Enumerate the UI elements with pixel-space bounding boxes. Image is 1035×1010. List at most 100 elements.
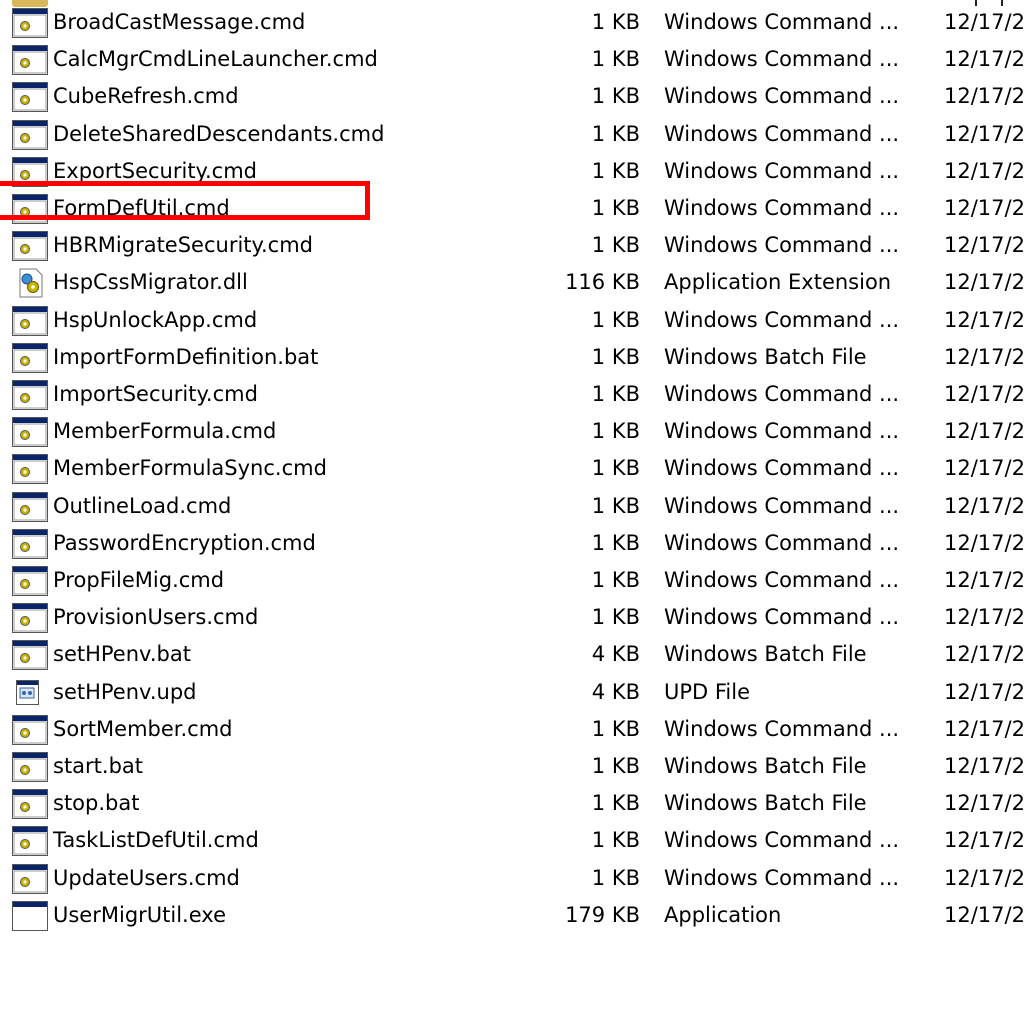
file-size: 1 KB <box>591 47 640 72</box>
file-date: 12/17/2 <box>944 158 1025 183</box>
file-row[interactable]: ProvisionUsers.cmd 1 KB Windows Command ..… <box>0 599 1035 636</box>
file-row[interactable]: MemberFormulaSync.cmd 1 KB Windows Command… <box>0 450 1035 487</box>
file-row[interactable]: UpdateUsers.cmd 1 KB Windows Command ... 12… <box>0 860 1035 897</box>
file-type: Application Extension <box>664 270 892 295</box>
file-size: 1 KB <box>591 456 640 481</box>
file-name: BroadCastMessage.cmd <box>53 10 306 34</box>
file-date: 12/17/2 <box>944 754 1025 778</box>
file-type: Windows Command ... <box>664 419 900 444</box>
file-date: 12/17/2 <box>944 84 1025 109</box>
cmd-icon <box>12 491 48 522</box>
file-date: 12/17/2 <box>944 791 1025 816</box>
cmd-icon <box>12 305 48 336</box>
file-name: UpdateUsers.cmd <box>53 865 240 890</box>
file-row[interactable]: DeleteSharedDescendants.cmd 1 KB Windows C… <box>0 116 1035 153</box>
file-size: 1 KB <box>591 568 640 592</box>
file-name: HspUnlockApp.cmd <box>53 307 258 332</box>
file-row[interactable]: ImportFormDefinition.bat 1 KB Windows Batc… <box>0 339 1035 376</box>
file-name: HBRMigrateSecurity.cmd <box>53 233 313 258</box>
file-row[interactable]: SortMember.cmd 1 KB Windows Command ... 12/… <box>0 711 1035 748</box>
file-row[interactable]: UserMigrUtil.exe 179 KB Application 12/17/2 <box>0 897 1035 934</box>
file-type: Windows Batch File <box>664 754 867 778</box>
file-name: UserMigrUtil.exe <box>53 902 226 927</box>
file-type: UPD File <box>664 679 751 704</box>
file-date: 12/17/2 <box>944 828 1025 853</box>
cmd-icon <box>12 417 48 448</box>
file-row[interactable]: HspCssMigrator.dll 116 KB Application Exte… <box>0 264 1035 301</box>
file-name: PropFileMig.cmd <box>53 568 225 592</box>
dll-icon <box>12 268 48 298</box>
exe-icon <box>12 900 48 931</box>
cmd-icon <box>12 566 48 596</box>
file-type: Windows Command ... <box>664 158 900 183</box>
file-type: Windows Command ... <box>664 382 900 406</box>
file-type: Windows Command ... <box>664 307 900 332</box>
file-row[interactable]: CubeRefresh.cmd 1 KB Windows Command ... 12… <box>0 78 1035 115</box>
file-row[interactable]: FormDefUtil.cmd 1 KB Windows Command ... 12… <box>0 190 1035 227</box>
file-date: 12/17/2 <box>944 530 1025 555</box>
file-row[interactable]: PasswordEncryption.cmd 1 KB Windows Comman… <box>0 525 1035 562</box>
cmd-icon <box>12 194 48 224</box>
file-row[interactable]: MemberFormula.cmd 1 KB Windows Command ...… <box>0 413 1035 450</box>
file-size: 1 KB <box>591 865 640 890</box>
file-date: 12/17/2 <box>944 233 1025 258</box>
file-row[interactable]: PropFileMig.cmd 1 KB Windows Command ... 12… <box>0 562 1035 599</box>
file-row[interactable]: stop.bat 1 KB Windows Batch File 12/17/2 <box>0 785 1035 822</box>
file-type: Windows Command ... <box>664 10 900 34</box>
file-name: DeleteSharedDescendants.cmd <box>53 121 385 146</box>
file-name: CalcMgrCmdLineLauncher.cmd <box>53 47 378 72</box>
file-size: 1 KB <box>591 828 640 853</box>
cmd-icon <box>12 231 48 262</box>
cmd-icon <box>12 45 48 76</box>
file-name: ImportSecurity.cmd <box>53 382 258 406</box>
file-size: 1 KB <box>591 716 640 741</box>
file-row[interactable]: BroadCastMessage.cmd 1 KB Windows Command … <box>0 4 1035 41</box>
file-date: 12/17/2 <box>944 10 1025 34</box>
file-type: Windows Command ... <box>664 233 900 258</box>
file-date: 12/17/2 <box>944 419 1025 444</box>
file-name: start.bat <box>53 754 144 778</box>
file-row[interactable]: HBRMigrateSecurity.cmd 1 KB Windows Comman… <box>0 227 1035 264</box>
file-name: setHPenv.bat <box>53 642 191 667</box>
file-date: 12/17/2 <box>944 605 1025 630</box>
file-name: FormDefUtil.cmd <box>53 196 230 220</box>
file-type: Windows Command ... <box>664 493 900 518</box>
file-size: 1 KB <box>591 382 640 406</box>
file-row[interactable]: ImportSecurity.cmd 1 KB Windows Command ..… <box>0 376 1035 413</box>
file-row[interactable]: HspUnlockApp.cmd 1 KB Windows Command ... 1… <box>0 302 1035 339</box>
file-row[interactable]: TaskListDefUtil.cmd 1 KB Windows Command .… <box>0 822 1035 859</box>
file-row[interactable]: setHPenv.upd 4 KB UPD File 12/17/2 <box>0 674 1035 711</box>
file-name: stop.bat <box>53 791 140 816</box>
file-type: Windows Batch File <box>664 791 867 816</box>
file-size: 1 KB <box>591 791 640 816</box>
file-type: Windows Command ... <box>664 196 900 220</box>
file-size: 179 KB <box>565 902 640 927</box>
file-row[interactable]: ExportSecurity.cmd 1 KB Windows Command ..… <box>0 153 1035 190</box>
cmd-icon <box>12 119 48 150</box>
cmd-icon <box>12 82 48 113</box>
file-row[interactable]: OutlineLoad.cmd 1 KB Windows Command ... 12… <box>0 488 1035 525</box>
file-size: 1 KB <box>591 754 640 778</box>
file-row[interactable]: start.bat 1 KB Windows Batch File 12/17/2 <box>0 748 1035 785</box>
file-row[interactable]: CalcMgrCmdLineLauncher.cmd 1 KB Windows Co… <box>0 41 1035 78</box>
file-date: 12/17/2 <box>944 344 1025 369</box>
cmd-icon <box>12 863 48 894</box>
file-name: ExportSecurity.cmd <box>53 158 257 183</box>
file-type: Windows Command ... <box>664 84 900 109</box>
file-date: 12/17/2 <box>944 679 1025 704</box>
file-size: 1 KB <box>591 158 640 183</box>
file-size: 1 KB <box>591 344 640 369</box>
file-date: 12/17/2 <box>944 716 1025 741</box>
file-name: HspCssMigrator.dll <box>53 270 248 295</box>
file-date: 12/17/2 <box>944 196 1025 220</box>
file-name: CubeRefresh.cmd <box>53 84 239 109</box>
file-name: setHPenv.upd <box>53 679 197 704</box>
cmd-icon <box>12 454 48 485</box>
file-size: 1 KB <box>591 196 640 220</box>
file-size: 1 KB <box>591 10 640 34</box>
file-type: Windows Command ... <box>664 828 900 853</box>
file-date: 12/17/2 <box>944 568 1025 592</box>
file-name: MemberFormula.cmd <box>53 419 277 444</box>
file-row[interactable]: setHPenv.bat 4 KB Windows Batch File 12/17/… <box>0 636 1035 673</box>
cmd-icon <box>12 752 48 782</box>
